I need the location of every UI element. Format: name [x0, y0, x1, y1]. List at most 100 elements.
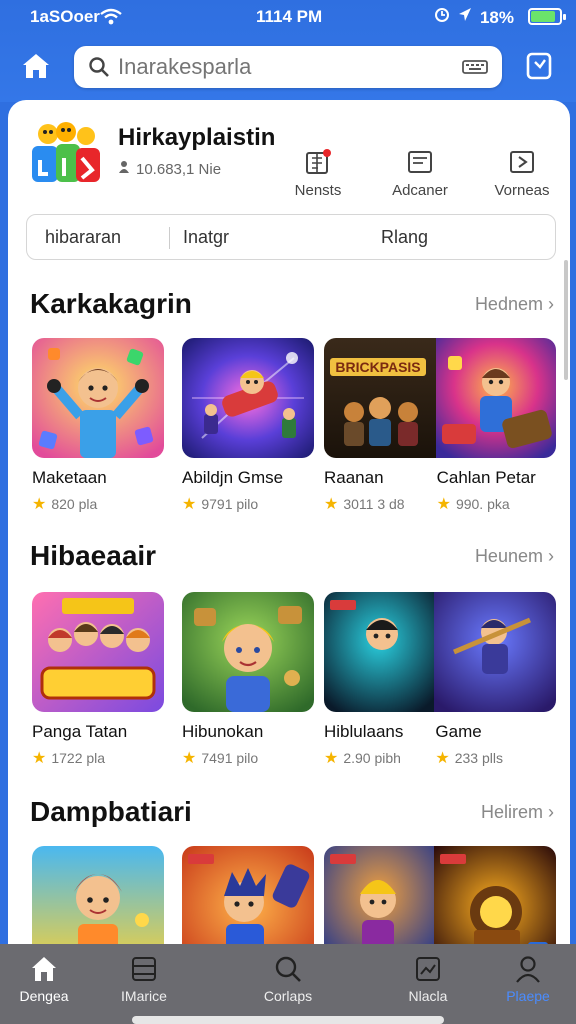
clock: 1114 PM: [256, 7, 323, 26]
nav-label: IMarice: [121, 988, 167, 1004]
game-rating: 9791 pilo: [201, 496, 259, 512]
game-rating: 820 pla: [51, 496, 98, 512]
game-card[interactable]: Panga Tatan ★ 1722 pla: [32, 592, 164, 768]
quick-action-label: Vorneas: [494, 182, 550, 199]
quick-action-label: Nensts: [294, 182, 342, 199]
tab-bar: hibararan Inatgr Rlang: [26, 214, 556, 260]
game-card[interactable]: Abildjn Gmse ★ 9791 pilo: [182, 338, 314, 514]
quick-action-news[interactable]: Nensts: [276, 148, 360, 200]
game-rating: 1722 pla: [51, 750, 106, 766]
picture-icon: [413, 954, 443, 984]
nav-label: Plaepe: [506, 988, 550, 1004]
game-thumbnail: BRICKPASIS: [324, 338, 556, 458]
section-more-label: Hednem: [474, 294, 543, 314]
game-rating: 3011 3 d8: [343, 496, 405, 512]
chevron-right-icon: ›: [548, 802, 554, 822]
game-thumbnail: [182, 592, 314, 712]
video-icon: [508, 148, 536, 176]
game-title: Cahlan Petar: [436, 468, 536, 487]
section-title: Hibaeaair: [30, 540, 157, 571]
app-name: Hirkayplaistin: [118, 124, 276, 151]
alarm-icon: [434, 7, 450, 28]
search-bar[interactable]: [74, 46, 502, 88]
bottom-nav: Dengea IMarice Corlaps Nlacla Plaepe: [0, 944, 576, 1024]
home-icon: [29, 954, 59, 984]
section-more-label: Heunem: [474, 546, 543, 566]
game-thumbnail: [32, 846, 164, 946]
nav-item-gallery[interactable]: Nlacla: [380, 954, 476, 1006]
scrollbar[interactable]: [564, 260, 568, 380]
game-card[interactable]: Hibunokan ★ 7491 pilo: [182, 592, 314, 768]
section-more-link[interactable]: Hednem ›: [475, 294, 554, 315]
game-card[interactable]: Maketaan ★ 820 pla: [32, 338, 164, 514]
game-thumbnail: [182, 846, 314, 946]
home-icon[interactable]: [20, 50, 52, 82]
game-title: Maketaan: [32, 468, 107, 487]
quick-action-label: Adcaner: [392, 182, 448, 199]
game-title: Hibunokan: [182, 722, 264, 741]
game-thumbnail: [324, 592, 556, 712]
star-icon: ★: [436, 496, 451, 513]
nav-item-profile[interactable]: Plaepe: [480, 954, 576, 1006]
tab-rlang[interactable]: Rlang: [381, 227, 428, 248]
doc-icon: [406, 148, 434, 176]
section-more-link[interactable]: Helirem ›: [481, 802, 554, 823]
star-icon: ★: [32, 496, 47, 513]
star-icon: ★: [324, 750, 339, 767]
nav-item-home[interactable]: Dengea: [0, 954, 92, 1006]
game-card-wide[interactable]: BRICKPASIS Raanan ★ 3011 3 d8 Cahlan Peta…: [324, 338, 556, 514]
tab-divider: [169, 227, 170, 249]
app-logo: [30, 122, 102, 188]
game-thumbnail: [32, 338, 164, 458]
game-title: Raanan: [324, 468, 384, 487]
location-icon: [458, 7, 472, 28]
quick-action-docs[interactable]: Adcaner: [378, 148, 462, 200]
app-meta-text: 10.683,1 Nie: [136, 160, 222, 178]
keyboard-icon[interactable]: [462, 58, 488, 76]
game-title: Panga Tatan: [32, 722, 128, 741]
wifi-icon: [100, 8, 122, 30]
game-rating: 2.90 pibh: [343, 750, 401, 766]
star-icon: ★: [32, 750, 47, 767]
game-title: Game: [435, 722, 482, 741]
status-bar: 1aSOoer 1114 PM 18%: [0, 0, 576, 34]
game-card-wide[interactable]: Hiblulaans ★ 2.90 pibh Game ★ 233 plls: [324, 592, 556, 768]
game-card-wide[interactable]: [324, 846, 556, 946]
section-title: Karkakagrin: [30, 288, 192, 319]
section-more-link[interactable]: Heunem ›: [475, 546, 554, 567]
store-icon: [129, 954, 159, 984]
star-icon: ★: [182, 496, 197, 513]
search-icon: [273, 954, 303, 984]
home-indicator: [132, 1016, 444, 1024]
star-icon: ★: [435, 750, 450, 767]
nav-item-search[interactable]: Corlaps: [240, 954, 336, 1006]
game-title: Hiblulaans: [324, 722, 404, 741]
quick-action-video[interactable]: Vorneas: [480, 148, 564, 200]
nav-item-store[interactable]: IMarice: [96, 954, 192, 1006]
section-more-label: Helirem: [480, 802, 543, 822]
game-thumbnail: [32, 592, 164, 712]
search-icon: [88, 56, 110, 78]
game-rating: 990. pka: [455, 496, 510, 512]
main-content[interactable]: Hirkayplaistin 10.683,1 Nie Nensts Adcan…: [8, 100, 570, 946]
bookmark-icon[interactable]: [526, 52, 552, 80]
game-card[interactable]: [182, 846, 314, 946]
nav-label: Corlaps: [263, 988, 313, 1004]
star-icon: ★: [182, 750, 197, 767]
search-input[interactable]: [118, 52, 448, 82]
news-icon: [304, 148, 332, 176]
chevron-right-icon: ›: [548, 294, 554, 314]
downloads-icon: [118, 160, 130, 178]
nav-label: Dengea: [19, 988, 69, 1004]
app-header: 1aSOoer 1114 PM 18%: [0, 0, 576, 102]
game-card[interactable]: [32, 846, 164, 946]
nav-label: Nlacla: [408, 988, 448, 1004]
star-icon: ★: [324, 496, 339, 513]
tab-hibararan[interactable]: hibararan: [45, 227, 121, 248]
game-rating: 7491 pilo: [201, 750, 259, 766]
game-title: Abildjn Gmse: [182, 468, 284, 487]
tab-inatgr[interactable]: Inatgr: [183, 227, 229, 248]
battery-percent: 18%: [479, 7, 514, 27]
game-thumbnail: [324, 846, 556, 946]
profile-icon: [513, 954, 543, 984]
